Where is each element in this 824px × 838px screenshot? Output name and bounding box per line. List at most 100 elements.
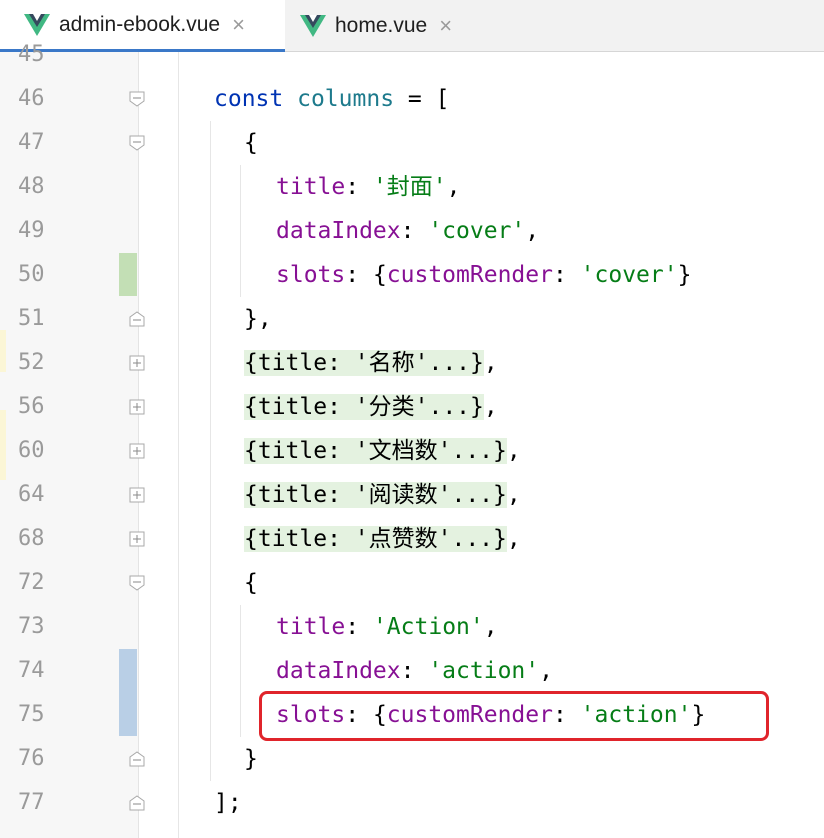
line-number: 45 bbox=[18, 42, 45, 67]
punctuation-token: , bbox=[483, 614, 498, 640]
punctuation-token: { bbox=[244, 570, 258, 596]
punctuation-token: ]; bbox=[214, 790, 242, 816]
code-line: title: '封面', bbox=[276, 165, 461, 209]
punctuation-token: }, bbox=[244, 306, 272, 332]
line-number: 47 bbox=[18, 130, 45, 155]
close-tab-icon[interactable]: × bbox=[439, 13, 452, 39]
punctuation-token: } bbox=[244, 746, 258, 772]
fold-collapse-icon[interactable] bbox=[129, 135, 145, 151]
string-token: 'cover' bbox=[428, 218, 526, 244]
side-marker bbox=[0, 330, 6, 372]
folded-region[interactable]: {title: '名称'...} bbox=[244, 350, 484, 376]
line-number: 77 bbox=[18, 790, 45, 815]
line-number: 51 bbox=[18, 306, 45, 331]
punctuation-token: } bbox=[677, 262, 692, 288]
punctuation-token: , bbox=[506, 482, 521, 508]
line-number: 74 bbox=[18, 658, 45, 683]
property-token: dataIndex bbox=[276, 218, 401, 244]
line-number: 50 bbox=[18, 262, 45, 287]
property-token: customRender bbox=[386, 262, 553, 288]
punctuation-token: : bbox=[345, 614, 373, 640]
fold-expand-icon[interactable] bbox=[129, 443, 145, 459]
line-number: 68 bbox=[18, 526, 45, 551]
tab-label: admin-ebook.vue bbox=[59, 12, 221, 36]
code-line: ]; bbox=[214, 781, 242, 825]
line-number: 75 bbox=[18, 702, 45, 727]
punctuation-token: = [ bbox=[394, 86, 450, 112]
editor-tab-bar: admin-ebook.vue × home.vue × bbox=[0, 0, 824, 52]
punctuation-token: : { bbox=[345, 262, 387, 288]
line-number: 73 bbox=[18, 614, 45, 639]
line-number: 64 bbox=[18, 482, 45, 507]
identifier-token: columns bbox=[297, 86, 395, 112]
code-line: {title: '名称'...}, bbox=[244, 341, 498, 385]
punctuation-token: : bbox=[400, 218, 429, 244]
indent-guide bbox=[240, 165, 241, 297]
code-line: {title: '阅读数'...}, bbox=[244, 473, 521, 517]
line-number: 60 bbox=[18, 438, 45, 463]
keyword-token: const bbox=[214, 86, 284, 112]
property-token: slots bbox=[276, 262, 346, 288]
fold-expand-icon[interactable] bbox=[129, 487, 145, 503]
punctuation-token: , bbox=[446, 174, 461, 200]
fold-collapse-icon[interactable] bbox=[129, 91, 145, 107]
property-token: title bbox=[276, 614, 346, 640]
indent-guide bbox=[178, 52, 179, 838]
string-token: 'cover' bbox=[580, 262, 678, 288]
punctuation-token: : bbox=[400, 658, 429, 684]
line-number: 46 bbox=[18, 86, 45, 111]
code-line: {title: '文档数'...}, bbox=[244, 429, 521, 473]
line-number: 72 bbox=[18, 570, 45, 595]
fold-expand-icon[interactable] bbox=[129, 399, 145, 415]
fold-collapse-icon[interactable] bbox=[129, 575, 145, 591]
code-line: dataIndex: 'action', bbox=[276, 649, 553, 693]
string-token: '封面' bbox=[372, 174, 447, 200]
line-number: 76 bbox=[18, 746, 45, 771]
punctuation-token: { bbox=[244, 130, 258, 156]
punctuation-token: : bbox=[345, 174, 373, 200]
string-token: 'Action' bbox=[372, 614, 484, 640]
indent-guide bbox=[210, 121, 211, 781]
punctuation-token: , bbox=[525, 218, 540, 244]
fold-end-icon[interactable] bbox=[129, 795, 145, 811]
code-line: { bbox=[244, 121, 258, 165]
code-line: slots: {customRender: 'cover'} bbox=[276, 253, 691, 297]
highlight-annotation-box bbox=[259, 691, 769, 741]
punctuation-token: , bbox=[506, 438, 521, 464]
folded-region[interactable]: {title: '点赞数'...} bbox=[244, 526, 507, 552]
tab-home[interactable]: home.vue × bbox=[300, 0, 490, 52]
code-line: } bbox=[244, 737, 258, 781]
code-line: const columns = [ bbox=[214, 77, 449, 121]
indent-guide bbox=[240, 605, 241, 737]
code-line: title: 'Action', bbox=[276, 605, 498, 649]
punctuation-token: : bbox=[552, 262, 581, 288]
side-marker bbox=[0, 410, 6, 480]
code-line: }, bbox=[244, 297, 272, 341]
close-tab-icon[interactable]: × bbox=[232, 12, 245, 38]
tab-label: home.vue bbox=[335, 14, 428, 37]
property-token: dataIndex bbox=[276, 658, 401, 684]
fold-end-icon[interactable] bbox=[129, 751, 145, 767]
code-line: dataIndex: 'cover', bbox=[276, 209, 539, 253]
folded-region[interactable]: {title: '阅读数'...} bbox=[244, 482, 507, 508]
line-number: 48 bbox=[18, 174, 45, 199]
folded-region[interactable]: {title: '文档数'...} bbox=[244, 438, 507, 464]
line-number: 52 bbox=[18, 350, 45, 375]
punctuation-token: , bbox=[483, 350, 498, 376]
line-number: 49 bbox=[18, 218, 45, 243]
vue-logo-icon bbox=[300, 15, 326, 37]
code-line: {title: '点赞数'...}, bbox=[244, 517, 521, 561]
folded-region[interactable]: {title: '分类'...} bbox=[244, 394, 484, 420]
string-token: 'action' bbox=[428, 658, 540, 684]
change-marker-added bbox=[119, 253, 137, 296]
punctuation-token: , bbox=[506, 526, 521, 552]
code-line: { bbox=[244, 561, 258, 605]
code-line: {title: '分类'...}, bbox=[244, 385, 498, 429]
property-token: title bbox=[276, 174, 346, 200]
change-marker-modified bbox=[119, 649, 137, 736]
fold-expand-icon[interactable] bbox=[129, 531, 145, 547]
fold-expand-icon[interactable] bbox=[129, 355, 145, 371]
line-number: 56 bbox=[18, 394, 45, 419]
fold-end-icon[interactable] bbox=[129, 311, 145, 327]
